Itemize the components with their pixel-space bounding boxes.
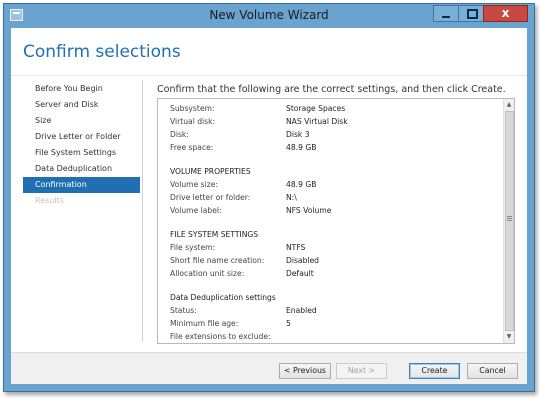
summary-label: Subsystem:	[170, 104, 215, 113]
summary-row: Drive letter or folder: N:\	[170, 191, 500, 204]
minimize-button[interactable]	[433, 5, 459, 22]
summary-row: Virtual disk: NAS Virtual Disk	[170, 115, 500, 128]
summary-label: Volume size:	[170, 180, 218, 189]
summary-row: Volume size: 48.9 GB	[170, 178, 500, 191]
summary-row: Allocation unit size: Default	[170, 267, 500, 280]
summary-value: Storage Spaces	[286, 104, 346, 113]
scroll-up-arrow-icon[interactable]: ▲	[504, 100, 514, 110]
summary-row: Disk: Disk 3	[170, 128, 500, 141]
summary-label: Allocation unit size:	[170, 269, 245, 278]
nav-item-server-and-disk[interactable]: Server and Disk	[23, 97, 140, 113]
window-controls: x	[433, 5, 528, 23]
summary-label: Drive letter or folder:	[170, 193, 251, 202]
nav-item-size[interactable]: Size	[23, 113, 140, 129]
nav-item-confirmation[interactable]: Confirmation	[23, 177, 140, 193]
maximize-button[interactable]	[458, 5, 484, 22]
summary-value: Disk 3	[286, 130, 310, 139]
nav-item-drive-letter-or-folder[interactable]: Drive Letter or Folder	[23, 129, 140, 145]
previous-button[interactable]: < Previous	[279, 363, 331, 379]
summary-label: Minimum file age:	[170, 319, 239, 328]
nav-divider	[142, 80, 143, 342]
summary-label: Disk:	[170, 130, 189, 139]
summary-value: Disabled	[286, 256, 319, 265]
summary-value: N:\	[286, 193, 297, 202]
summary-value: NFS Volume	[286, 206, 332, 215]
summary-label: Status:	[170, 306, 197, 315]
summary-value: 5	[286, 319, 291, 328]
summary-label: Free space:	[170, 143, 214, 152]
close-button[interactable]: x	[483, 5, 528, 22]
summary-row: Status: Enabled	[170, 304, 500, 317]
next-button: Next >	[336, 363, 387, 379]
settings-summary-content: Subsystem: Storage Spaces Virtual disk: …	[170, 102, 500, 343]
summary-row: Free space: 48.9 GB	[170, 141, 500, 154]
summary-value: Enabled	[286, 306, 317, 315]
settings-summary-box[interactable]: Subsystem: Storage Spaces Virtual disk: …	[157, 98, 515, 344]
wizard-window: New Volume Wizard x Confirm selections B…	[3, 3, 535, 392]
summary-row: Short file name creation: Disabled	[170, 254, 500, 267]
section-heading-volume-properties: VOLUME PROPERTIES	[170, 167, 251, 176]
wizard-client-area: Confirm selections Before You Begin Serv…	[11, 28, 527, 384]
summary-label: File system:	[170, 243, 216, 252]
summary-label: File extensions to exclude:	[170, 332, 271, 341]
scroll-down-arrow-icon[interactable]: ▼	[504, 332, 514, 342]
summary-label: Virtual disk:	[170, 117, 216, 126]
create-button[interactable]: Create	[409, 363, 460, 379]
summary-scrollbar[interactable]: ▲ ▼	[503, 99, 514, 343]
summary-value: NAS Virtual Disk	[286, 117, 348, 126]
section-heading-file-system-settings: FILE SYSTEM SETTINGS	[170, 230, 259, 239]
summary-row: File system: NTFS	[170, 241, 500, 254]
wizard-nav: Before You Begin Server and Disk Size Dr…	[23, 81, 140, 209]
summary-value: Default	[286, 269, 314, 278]
nav-item-data-deduplication[interactable]: Data Deduplication	[23, 161, 140, 177]
page-title: Confirm selections	[23, 42, 181, 62]
summary-row: Minimum file age: 5	[170, 317, 500, 330]
summary-value: 48.9 GB	[286, 143, 317, 152]
summary-value: NTFS	[286, 243, 306, 252]
summary-row: File extensions to exclude:	[170, 330, 500, 343]
summary-label: Short file name creation:	[170, 256, 265, 265]
section-heading-data-deduplication: Data Deduplication settings	[170, 293, 276, 302]
cancel-button[interactable]: Cancel	[467, 363, 518, 379]
title-bar[interactable]: New Volume Wizard x	[4, 4, 534, 28]
nav-item-results: Results	[35, 196, 64, 205]
summary-label: Volume label:	[170, 206, 222, 215]
nav-item-file-system-settings[interactable]: File System Settings	[23, 145, 140, 161]
wizard-footer: < Previous Next > Create Cancel	[11, 352, 527, 384]
header-divider	[11, 75, 527, 76]
close-icon: x	[501, 6, 510, 20]
grip-icon	[507, 216, 512, 221]
nav-item-before-you-begin[interactable]: Before You Begin	[23, 81, 140, 97]
summary-row: Subsystem: Storage Spaces	[170, 102, 500, 115]
scrollbar-thumb[interactable]	[505, 111, 514, 331]
instruction-text: Confirm that the following are the corre…	[157, 84, 506, 95]
summary-row: Volume label: NFS Volume	[170, 204, 500, 217]
summary-value: 48.9 GB	[286, 180, 317, 189]
